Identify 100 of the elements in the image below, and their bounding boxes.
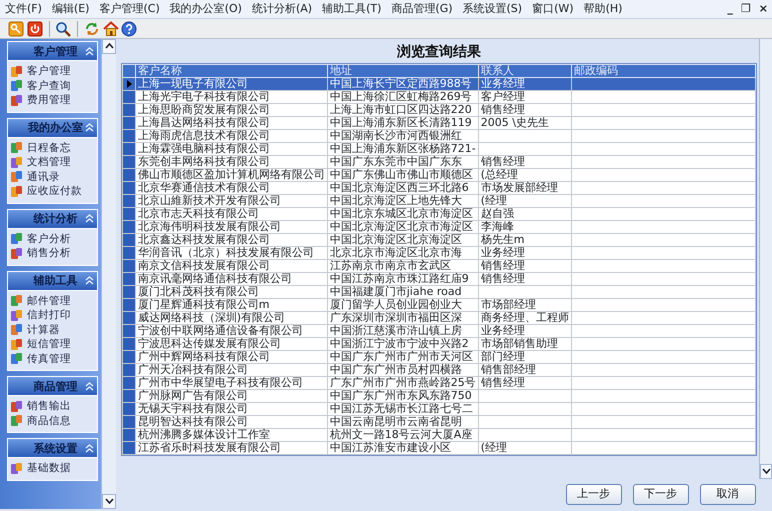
sidebar-item[interactable]: 客户分析: [10, 232, 95, 246]
table-cell: 厦门留学人员创业园创业大: [327, 298, 478, 312]
column-header[interactable]: 邮政编码: [571, 64, 756, 78]
power-icon[interactable]: [26, 20, 43, 36]
table-cell: 中国江苏南京市珠江路红庙9: [327, 272, 478, 286]
home-icon[interactable]: [102, 20, 118, 36]
app-icon: [10, 294, 23, 308]
collapse-icon[interactable]: [85, 46, 94, 56]
table-cell: 无锡天宇科技有限公司: [135, 402, 328, 416]
table-cell: 北京北京市海淀区北京市海: [327, 246, 478, 260]
table-cell: 上海上海市虹口区四达路220: [327, 104, 478, 116]
table-cell: 北京市志天科技有限公司: [135, 208, 328, 220]
menu-item[interactable]: 客户管理(C): [94, 0, 165, 18]
menu-item[interactable]: 辅助工具(T): [317, 0, 386, 18]
sidebar-item[interactable]: 文档管理: [10, 155, 95, 170]
sidebar-item[interactable]: 销售分析: [10, 246, 95, 260]
table-cell: 江苏省乐时科技发展有限公司: [135, 442, 328, 454]
table-cell: 销售经理: [478, 156, 572, 168]
app-icon: [10, 141, 23, 154]
group-header[interactable]: 统计分析: [7, 208, 98, 228]
group-header[interactable]: 我的办公室: [7, 118, 98, 136]
sidebar-item[interactable]: 客户查询: [10, 78, 95, 93]
table-cell: 昆明智达科技有限公司: [135, 416, 328, 428]
window-control[interactable]: _: [723, 0, 737, 18]
table-cell: 销售经理: [478, 272, 572, 286]
menu-item[interactable]: 商品管理(G): [386, 0, 458, 18]
app-icon: [10, 156, 23, 169]
app-icon: [10, 462, 23, 475]
sidebar-item[interactable]: 商品信息: [10, 414, 95, 428]
app-icon: [10, 352, 23, 366]
collapse-icon[interactable]: [85, 276, 94, 285]
sidebar-item[interactable]: 销售输出: [10, 399, 95, 414]
dialog-button[interactable]: 下一步: [632, 484, 688, 504]
table-cell: 北京鑫达科技发展有限公司: [135, 234, 328, 246]
menu-item[interactable]: 编辑(E): [46, 0, 94, 18]
help-icon[interactable]: [121, 20, 138, 36]
group-header[interactable]: 客户管理: [7, 41, 98, 60]
sidebar-item[interactable]: 日程备忘: [10, 140, 95, 155]
app-icon: [10, 414, 23, 428]
menu-item[interactable]: 帮助(H): [578, 0, 628, 18]
scroll-down-icon[interactable]: [102, 494, 116, 509]
menu-item[interactable]: 文件(F): [0, 0, 47, 18]
table-cell: 宁波思科达传媒发展有限公司: [135, 338, 328, 350]
sidebar-item[interactable]: 通讯录: [10, 170, 95, 184]
search-icon[interactable]: [55, 20, 72, 36]
app-icon: [10, 308, 23, 322]
table-cell: 中国浙江宁波市宁波中兴路2: [327, 338, 478, 350]
table-cell: 中国广东广州市广州市天河区: [327, 350, 478, 364]
table-cell: 赵自强: [478, 208, 572, 220]
table-cell: 厦门星辉通科技有限公司m: [135, 298, 328, 312]
collapse-icon[interactable]: [85, 444, 94, 452]
table-cell: 北京山維新技术开发有限公司: [135, 194, 328, 208]
window-control[interactable]: ×: [754, 0, 772, 18]
table-cell: 市场部经理: [478, 298, 572, 312]
table-cell: 商务经理、工程师: [478, 312, 572, 324]
table-cell: 上海雨虎信息技术有限公司: [135, 130, 328, 142]
sidebar-item[interactable]: 传真管理: [10, 352, 95, 366]
app-icon: [10, 184, 23, 198]
sidebar-item[interactable]: 费用管理: [10, 93, 95, 108]
collapse-icon[interactable]: [85, 214, 94, 223]
menu-item[interactable]: 系统设置(S): [458, 0, 528, 18]
table-cell: 宁波创中联网络通信设备有限公司: [135, 324, 328, 338]
table-cell: (经理: [478, 194, 572, 208]
table-cell: 杭州文一路18号云河大厦A座: [327, 428, 478, 442]
window-control[interactable]: ❐: [736, 0, 755, 18]
table-cell: 上海思盼商贸发展有限公司: [135, 104, 328, 116]
sidebar-item[interactable]: 短信管理: [10, 337, 95, 352]
column-header[interactable]: 地址: [327, 64, 478, 78]
group-header[interactable]: 辅助工具: [7, 270, 98, 290]
dialog-button[interactable]: 取消: [700, 484, 756, 504]
dialog-button[interactable]: 上一步: [566, 484, 622, 504]
sidebar-item[interactable]: 邮件管理: [10, 294, 95, 308]
group-header[interactable]: 商品管理: [7, 376, 98, 395]
table-cell: 杨先生m: [478, 234, 572, 246]
group-header[interactable]: 系统设置: [7, 438, 98, 457]
table-cell: 广州中辉网络科技有限公司: [135, 350, 328, 364]
sidebar-item[interactable]: 客户管理: [10, 64, 95, 78]
table-cell: 销售部经理: [478, 364, 572, 376]
menu-item[interactable]: 我的办公室(O): [164, 0, 247, 18]
collapse-icon[interactable]: [85, 382, 94, 390]
menu-item[interactable]: 窗口(W): [527, 0, 579, 18]
table-cell: 销售经理: [478, 104, 572, 116]
collapse-icon[interactable]: [85, 123, 94, 132]
sidebar-item[interactable]: 计算器: [10, 322, 95, 337]
app-icon: [10, 246, 23, 260]
scroll-down-icon[interactable]: [760, 464, 772, 479]
table-cell: 中国广东佛山市佛山市顺德区: [327, 168, 478, 182]
table-cell: (经理: [478, 442, 572, 454]
menu-item[interactable]: 统计分析(A): [246, 0, 318, 18]
sidebar-item[interactable]: 应收应付款: [10, 184, 95, 198]
table-cell: 中国上海浦东新区长清路119: [327, 116, 478, 130]
scroll-up-icon[interactable]: [102, 39, 116, 54]
table-cell: 广州脉网广告有限公司: [135, 390, 328, 402]
table-cell: 中国北京海淀区北京市海淀区: [327, 220, 478, 234]
app-icon: [10, 338, 23, 351]
table-cell: 广州市中华展望电子科技有限公司: [135, 376, 328, 390]
column-header[interactable]: 联系人: [478, 64, 572, 78]
column-header[interactable]: 客户名称: [135, 64, 328, 78]
table-cell: 中国广东东莞市中国广东东: [327, 156, 478, 168]
sidebar-item[interactable]: 信封打印: [10, 308, 95, 322]
